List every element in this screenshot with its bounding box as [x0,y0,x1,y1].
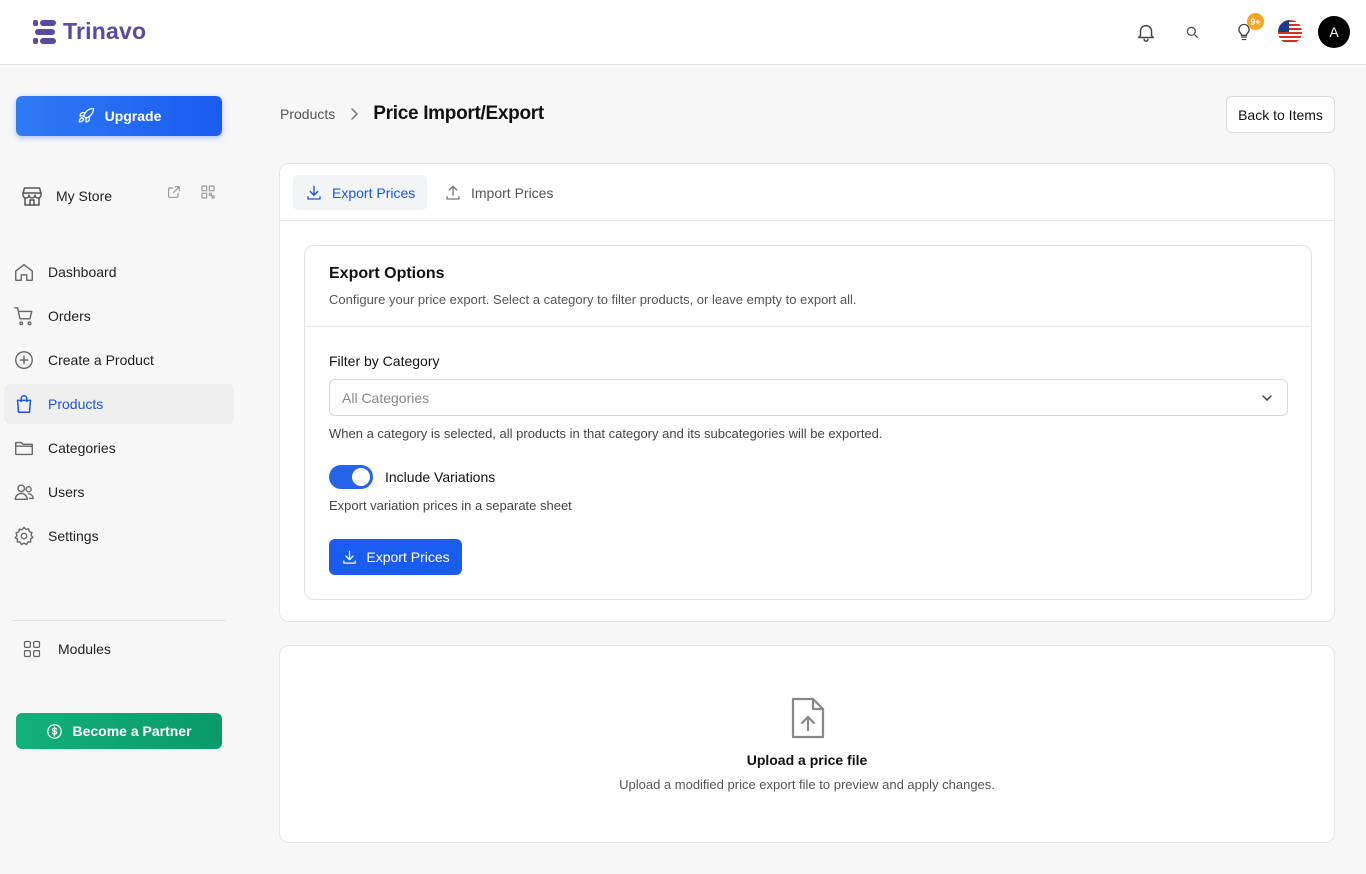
upload-description: Upload a modified price export file to p… [619,777,995,792]
my-store[interactable]: My Store [20,184,220,208]
tab-bar: Export Prices Import Prices [280,164,1334,221]
notification-badge: 9+ [1247,13,1264,30]
sidebar-item-label: Modules [58,641,111,657]
avatar[interactable]: A [1318,16,1350,48]
tab-label: Export Prices [332,184,416,201]
logo-icon [33,19,56,44]
logo-text: Trinavo [63,18,147,44]
sidebar-item-settings[interactable]: Settings [4,516,234,556]
rocket-icon [78,107,94,123]
dollar-circle-icon [47,723,63,739]
upload-dropzone[interactable]: Upload a price file Upload a modified pr… [279,645,1335,843]
page-title: Price Import/Export [373,103,544,124]
home-icon [13,261,35,283]
users-icon [13,481,35,503]
chevron-down-icon [1262,395,1272,401]
sidebar-item-users[interactable]: Users [4,472,234,512]
store-icon [22,187,42,206]
become-partner-button[interactable]: Become a Partner [16,713,222,749]
download-icon [343,549,357,564]
export-options-header: Export Options Configure your price expo… [305,246,1311,327]
file-upload-icon [791,697,825,739]
sidebar-item-modules[interactable]: Modules [22,638,111,660]
upload-icon [446,185,460,200]
category-select[interactable]: All Categories [329,379,1288,416]
tab-label: Import Prices [471,184,554,201]
sidebar-item-label: Orders [48,308,91,324]
qr-code-icon[interactable] [200,184,216,200]
export-options-panel: Export Options Configure your price expo… [304,245,1312,600]
plus-circle-icon [13,349,35,371]
filter-help-text: When a category is selected, all product… [329,426,883,441]
breadcrumb-products[interactable]: Products [280,106,335,122]
tab-import-prices[interactable]: Import Prices [432,175,565,210]
export-options-description: Configure your price export. Select a ca… [329,292,857,307]
tab-export-prices[interactable]: Export Prices [293,175,428,210]
store-label: My Store [56,188,113,204]
sidebar-item-dashboard[interactable]: Dashboard [4,252,234,292]
cart-icon [13,305,35,327]
include-variations-label: Include Variations [385,469,496,485]
category-select-value: All Categories [342,389,430,406]
external-link-icon[interactable] [166,184,182,200]
sidebar-item-label: Users [48,484,85,500]
top-bar: Trinavo 9+ A [0,0,1366,65]
include-variations-toggle[interactable] [329,465,373,489]
price-export-card: Export Prices Import Prices Export Optio… [279,163,1335,622]
gear-icon [13,525,35,547]
folder-icon [13,437,35,459]
sidebar-item-label: Dashboard [48,264,117,280]
shopping-bag-icon [13,393,35,415]
sidebar-item-categories[interactable]: Categories [4,428,234,468]
sidebar-item-label: Create a Product [48,352,154,368]
us-flag-icon[interactable] [1278,20,1302,44]
back-to-items-button[interactable]: Back to Items [1226,96,1335,133]
sidebar-item-label: Products [48,396,104,412]
upload-title: Upload a price file [746,752,868,768]
sidebar-item-label: Categories [48,440,116,456]
breadcrumb: Products Price Import/Export [280,102,544,126]
export-prices-button[interactable]: Export Prices [329,539,462,575]
partner-label: Become a Partner [72,723,192,739]
include-variations-help: Export variation prices in a separate sh… [329,498,572,513]
export-prices-label: Export Prices [366,549,450,565]
download-icon [307,185,321,200]
sidebar-item-label: Settings [48,528,99,544]
logo[interactable]: Trinavo [33,18,146,45]
sidebar-item-orders[interactable]: Orders [4,296,234,336]
sidebar-divider [12,620,226,621]
sidebar-nav: Dashboard Orders Create a Product Produc… [4,252,234,560]
sidebar-item-create-product[interactable]: Create a Product [4,340,234,380]
bell-icon[interactable] [1134,20,1158,44]
upgrade-button[interactable]: Upgrade [16,96,222,136]
sidebar-item-products[interactable]: Products [4,384,234,424]
toggle-knob [352,468,370,486]
chevron-right-icon [349,108,359,120]
export-options-title: Export Options [329,265,445,282]
search-icon[interactable] [1180,20,1204,44]
filter-category-label: Filter by Category [329,353,440,369]
grid-icon [23,640,41,658]
upgrade-label: Upgrade [104,108,162,124]
